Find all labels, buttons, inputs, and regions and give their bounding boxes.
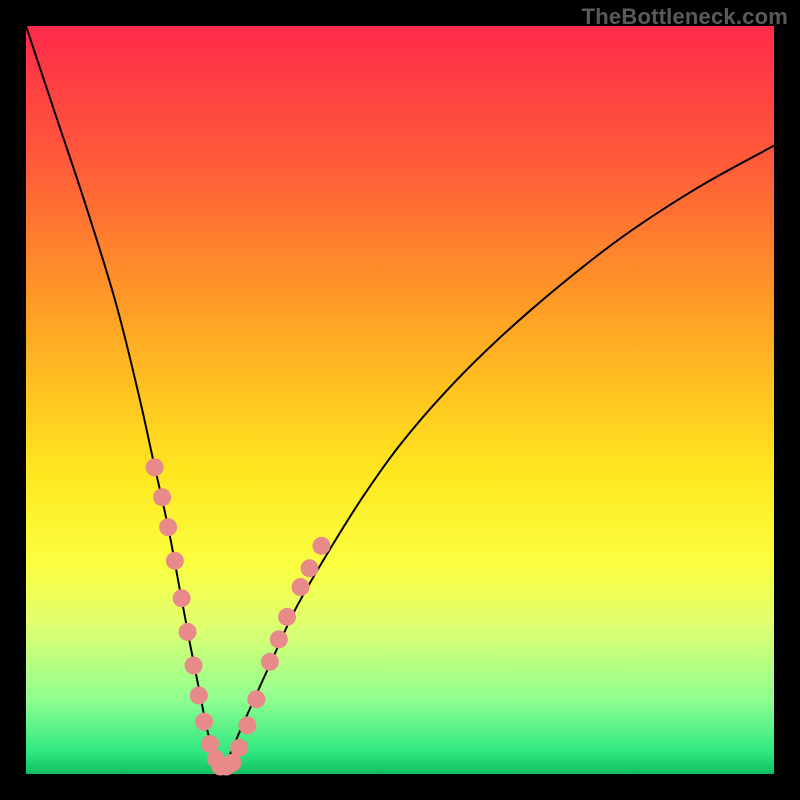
- data-point: [190, 686, 208, 704]
- data-point: [300, 559, 318, 577]
- data-point: [261, 653, 279, 671]
- data-point: [173, 589, 191, 607]
- bottleneck-chart: [26, 26, 774, 774]
- data-point: [146, 458, 164, 476]
- data-point: [278, 608, 296, 626]
- data-point: [159, 518, 177, 536]
- data-point: [238, 716, 256, 734]
- data-point: [153, 488, 171, 506]
- data-point: [179, 623, 197, 641]
- data-point: [230, 739, 248, 757]
- data-point: [292, 578, 310, 596]
- data-point: [185, 657, 203, 675]
- data-point: [195, 713, 213, 731]
- data-point: [270, 630, 288, 648]
- right-curve: [220, 146, 774, 771]
- data-point: [312, 537, 330, 555]
- data-point: [247, 690, 265, 708]
- data-point: [166, 552, 184, 570]
- data-points: [146, 458, 331, 775]
